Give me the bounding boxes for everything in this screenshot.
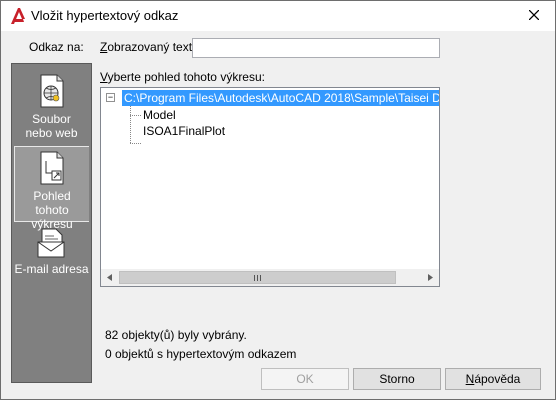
autocad-app-icon [11, 8, 25, 24]
tree-node-model[interactable]: Model [143, 107, 176, 123]
sidebar-item-label: nebo web [25, 126, 78, 140]
sidebar-item-label: Pohled tohoto [33, 189, 71, 217]
hyperlink-dialog: Vložit hypertextový odkaz Odkaz na: Soub… [0, 0, 556, 400]
tree-connector [130, 143, 141, 144]
sidebar-item-email[interactable]: E-mail adresa [14, 224, 89, 284]
scroll-left-icon[interactable] [101, 269, 118, 286]
tree-content: − C:\Program Files\Autodesk\AutoCAD 2018… [101, 88, 439, 269]
dialog-body: Odkaz na: Soubor nebo web Pohled tohoto … [1, 31, 555, 399]
tree-connector [130, 106, 131, 143]
close-icon [529, 10, 539, 20]
hyperlinked-objects-status: 0 objektů s hypertextovým odkazem [105, 347, 297, 361]
collapse-icon[interactable]: − [106, 93, 115, 102]
help-button[interactable]: Nápověda [445, 368, 541, 390]
drawing-view-icon [40, 151, 64, 185]
cancel-button[interactable]: Storno [353, 368, 441, 390]
link-type-sidebar: Soubor nebo web Pohled tohoto výkresu E-… [11, 63, 92, 383]
tree-node-layout[interactable]: ISOA1FinalPlot [143, 123, 225, 139]
close-button[interactable] [523, 5, 545, 25]
scroll-right-icon[interactable] [422, 269, 439, 286]
choose-view-label: Vyberte pohled tohoto výkresu: [100, 70, 265, 84]
sidebar-item-file-web[interactable]: Soubor nebo web [14, 70, 89, 146]
sidebar-item-drawing-view[interactable]: Pohled tohoto výkresu [14, 146, 89, 231]
link-to-label: Odkaz na: [29, 40, 84, 54]
tree-node-root[interactable]: C:\Program Files\Autodesk\AutoCAD 2018\S… [122, 90, 439, 106]
selected-objects-status: 82 objekty(ů) byly vybrány. [105, 328, 247, 342]
view-tree[interactable]: − C:\Program Files\Autodesk\AutoCAD 2018… [100, 87, 440, 287]
display-text-input[interactable] [192, 38, 440, 58]
scroll-thumb[interactable] [119, 271, 396, 284]
tree-connector [130, 115, 141, 116]
sidebar-item-label: E-mail adresa [14, 262, 89, 276]
horizontal-scrollbar[interactable] [101, 269, 439, 286]
ok-button[interactable]: OK [261, 368, 349, 390]
dialog-title: Vložit hypertextový odkaz [31, 8, 179, 23]
sidebar-item-label: Soubor [32, 112, 71, 126]
file-web-icon [40, 74, 63, 108]
email-icon [37, 228, 64, 258]
display-text-label: Zobrazovaný text: [100, 40, 196, 54]
title-bar: Vložit hypertextový odkaz [1, 1, 555, 31]
